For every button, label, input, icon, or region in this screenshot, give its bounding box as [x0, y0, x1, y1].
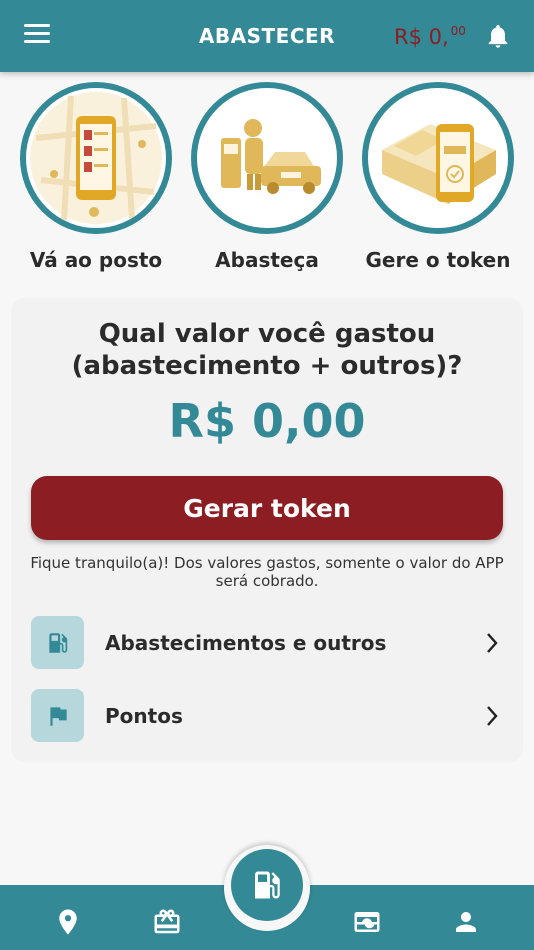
gift-card-icon[interactable] — [152, 907, 182, 937]
steps-section: Vá ao posto Abasteça Gere o token — [0, 82, 534, 277]
fueling-car-illustration — [191, 82, 343, 234]
user-icon[interactable] — [451, 907, 481, 937]
balance-display: R$ 0, 00 — [394, 24, 466, 49]
location-pin-icon[interactable] — [53, 907, 83, 937]
question-line-2: (abastecimento + outros)? — [71, 351, 463, 381]
row-points[interactable]: Pontos — [31, 689, 503, 743]
step-label: Gere o token — [365, 248, 511, 272]
fuel-pump-icon — [49, 633, 68, 653]
step-go-to-station: Vá ao posto — [17, 82, 175, 272]
map-phone-illustration — [20, 82, 172, 234]
step-generate-token: Gere o token — [359, 82, 517, 272]
balance-cents: 00 — [450, 24, 466, 38]
refuel-fab-button[interactable] — [231, 849, 303, 921]
step-label: Vá ao posto — [29, 248, 163, 272]
row-label: Pontos — [105, 704, 183, 728]
amount-card: Qual valor você gastou (abastecimento + … — [11, 298, 523, 762]
chevron-right-icon — [487, 633, 498, 653]
flag-icon — [50, 707, 67, 726]
fuel-pump-tile — [31, 616, 84, 669]
generate-token-button[interactable]: Gerar token — [31, 476, 503, 540]
chevron-right-icon — [487, 706, 498, 726]
balance-main: R$ 0, — [394, 25, 449, 49]
wallet-icon[interactable] — [352, 907, 382, 937]
fuel-pump-icon — [255, 871, 280, 899]
amount-value[interactable]: R$ 0,00 — [11, 394, 523, 448]
flag-tile — [31, 689, 84, 742]
bell-icon[interactable] — [484, 22, 512, 50]
row-label: Abastecimentos e outros — [105, 631, 387, 655]
row-fuel-and-others[interactable]: Abastecimentos e outros — [31, 616, 503, 670]
amount-question: Qual valor você gastou (abastecimento + … — [11, 318, 523, 382]
notice-text: Fique tranquilo(a)! Dos valores gastos, … — [30, 554, 504, 590]
question-line-1: Qual valor você gastou — [98, 319, 436, 349]
token-phone-illustration — [362, 82, 514, 234]
app-header: ABASTECER R$ 0, 00 — [0, 0, 534, 72]
step-refuel: Abasteça — [188, 82, 346, 272]
step-label: Abasteça — [215, 248, 319, 272]
